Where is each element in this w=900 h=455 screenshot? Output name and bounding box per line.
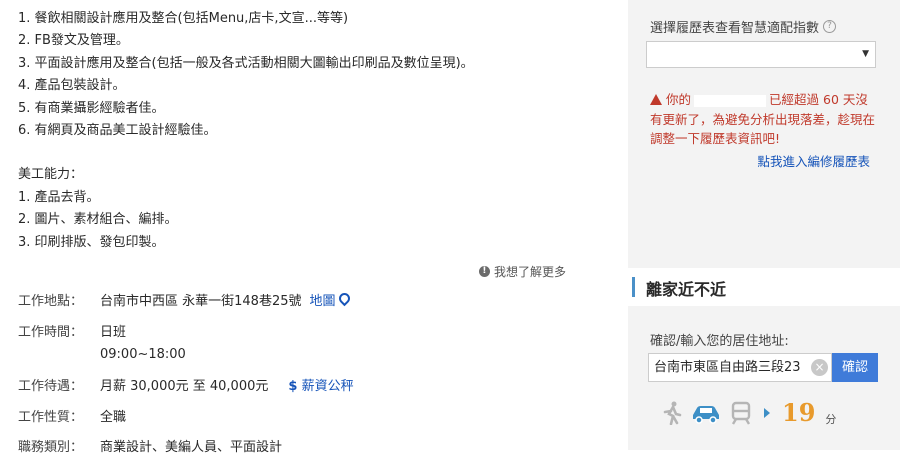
warning-line-3: 調整一下履歷表資訊吧! bbox=[650, 131, 781, 146]
address-value: 台南市東區自由路三段23 bbox=[654, 360, 801, 375]
desc-line: 1. 餐飲相關設計應用及整合(包括Menu,店卡,文宣...等等) bbox=[18, 11, 349, 26]
address-input[interactable]: 台南市東區自由路三段23 × bbox=[648, 353, 832, 382]
nature-row: 工作性質： 全職 bbox=[18, 406, 126, 425]
job-description-panel: 1. 餐飲相關設計應用及整合(包括Menu,店卡,文宣...等等) 2. FB發… bbox=[0, 0, 628, 455]
sidebar: 選擇履歷表查看智慧適配指數 ? ▼ 你的 已經超過 60 天沒 有更新了，為避免分… bbox=[628, 0, 900, 450]
resume-outdated-warning: 你的 已經超過 60 天沒 有更新了，為避免分析出現落差，趁現在 調整一下履歷表資… bbox=[650, 90, 885, 149]
category-links[interactable]: 商業設計、美編人員、平面設計 bbox=[100, 436, 282, 455]
dollar-icon: $ bbox=[288, 379, 298, 394]
desc-line: 4. 產品包裝設計。 bbox=[18, 78, 126, 94]
distance-title: 離家近不近 bbox=[646, 280, 727, 299]
time-label: 工作時間： bbox=[18, 325, 84, 340]
warning-suffix: 已經超過 60 天沒 bbox=[769, 92, 868, 107]
map-link-label: 地圖 bbox=[309, 294, 336, 309]
distance-header: 離家近不近 bbox=[628, 268, 900, 306]
commute-minutes: 19 bbox=[782, 398, 816, 427]
resume-select-label: 選擇履歷表查看智慧適配指數 ? bbox=[650, 17, 837, 36]
confirm-button[interactable]: 確認 bbox=[832, 353, 878, 382]
map-pin-icon bbox=[336, 290, 352, 307]
resume-select-text: 選擇履歷表查看智慧適配指數 bbox=[650, 21, 820, 36]
salary-fairness-label: 薪資公秤 bbox=[301, 379, 354, 394]
location-value: 台南市中西區 永華一街148巷25號 bbox=[100, 294, 302, 309]
minutes-unit: 分 bbox=[825, 412, 837, 426]
time-value: 日班 09:00~18:00 bbox=[100, 321, 186, 362]
desc-line: 3. 平面設計應用及整合(包括一般及各式活動相關大圖輸出印刷品及數位呈現)。 bbox=[18, 55, 474, 71]
dropdown-arrow-icon: ▼ bbox=[862, 49, 869, 59]
desc-line: 5. 有商業攝影經驗者佳。 bbox=[18, 100, 165, 116]
job-description: 1. 餐飲相關設計應用及整合(包括Menu,店卡,文宣...等等) 2. FB發… bbox=[18, 8, 474, 254]
salary-row: 工作待遇： 月薪 30,000元 至 40,000元 $ 薪資公秤 bbox=[18, 375, 354, 394]
desc-line: 2. FB發文及管理。 bbox=[18, 33, 129, 49]
edit-resume-link[interactable]: 點我進入編修履歷表 bbox=[757, 151, 870, 170]
skills-title: 美工能力： bbox=[18, 167, 84, 183]
car-icon[interactable] bbox=[690, 402, 722, 424]
redacted-resume-name bbox=[694, 94, 767, 107]
salary-value: 月薪 30,000元 至 40,000元 bbox=[100, 379, 269, 394]
skill-line: 3. 印刷排版、發包印製。 bbox=[18, 234, 165, 250]
clear-icon[interactable]: × bbox=[811, 359, 828, 376]
resume-select[interactable]: ▼ bbox=[646, 41, 876, 68]
time-hours: 09:00~18:00 bbox=[100, 347, 186, 362]
nature-value: 全職 bbox=[100, 410, 127, 425]
warning-prefix: 你的 bbox=[666, 92, 692, 107]
help-icon[interactable]: ? bbox=[823, 20, 837, 33]
train-icon[interactable] bbox=[730, 401, 752, 425]
location-label: 工作地點： bbox=[18, 294, 84, 309]
section-accent-bar bbox=[632, 277, 635, 297]
time-row: 工作時間： 日班 09:00~18:00 bbox=[18, 321, 186, 362]
warning-line-2: 有更新了，為避免分析出現落差，趁現在 bbox=[650, 111, 876, 127]
arrow-right-icon bbox=[764, 407, 770, 418]
map-link[interactable]: 地圖 bbox=[309, 290, 352, 309]
address-label: 確認/輸入您的居住地址: bbox=[650, 334, 789, 349]
category-label: 職務類別： bbox=[18, 440, 84, 455]
learn-more-label: 我想了解更多 bbox=[493, 265, 566, 279]
time-shift: 日班 bbox=[100, 325, 127, 340]
commute-modes: 19 分 bbox=[662, 398, 836, 427]
desc-line: 6. 有網頁及商品美工設計經驗佳。 bbox=[18, 123, 217, 139]
learn-more-link[interactable]: ! 我想了解更多 bbox=[478, 263, 566, 280]
location-row: 工作地點： 台南市中西區 永華一街148巷25號 地圖 bbox=[18, 290, 352, 309]
category-row: 職務類別： 商業設計、美編人員、平面設計 bbox=[18, 436, 282, 455]
salary-fairness-link[interactable]: $ 薪資公秤 bbox=[288, 375, 353, 394]
nature-label: 工作性質： bbox=[18, 410, 84, 425]
skill-line: 2. 圖片、素材組合、編排。 bbox=[18, 212, 178, 228]
resume-match-panel: 選擇履歷表查看智慧適配指數 ? ▼ 你的 已經超過 60 天沒 有更新了，為避免分… bbox=[628, 0, 900, 250]
walk-icon[interactable] bbox=[662, 401, 682, 425]
skill-line: 1. 產品去背。 bbox=[18, 189, 100, 205]
info-icon: ! bbox=[478, 266, 490, 277]
warning-icon bbox=[650, 94, 662, 105]
salary-label: 工作待遇： bbox=[18, 379, 84, 394]
